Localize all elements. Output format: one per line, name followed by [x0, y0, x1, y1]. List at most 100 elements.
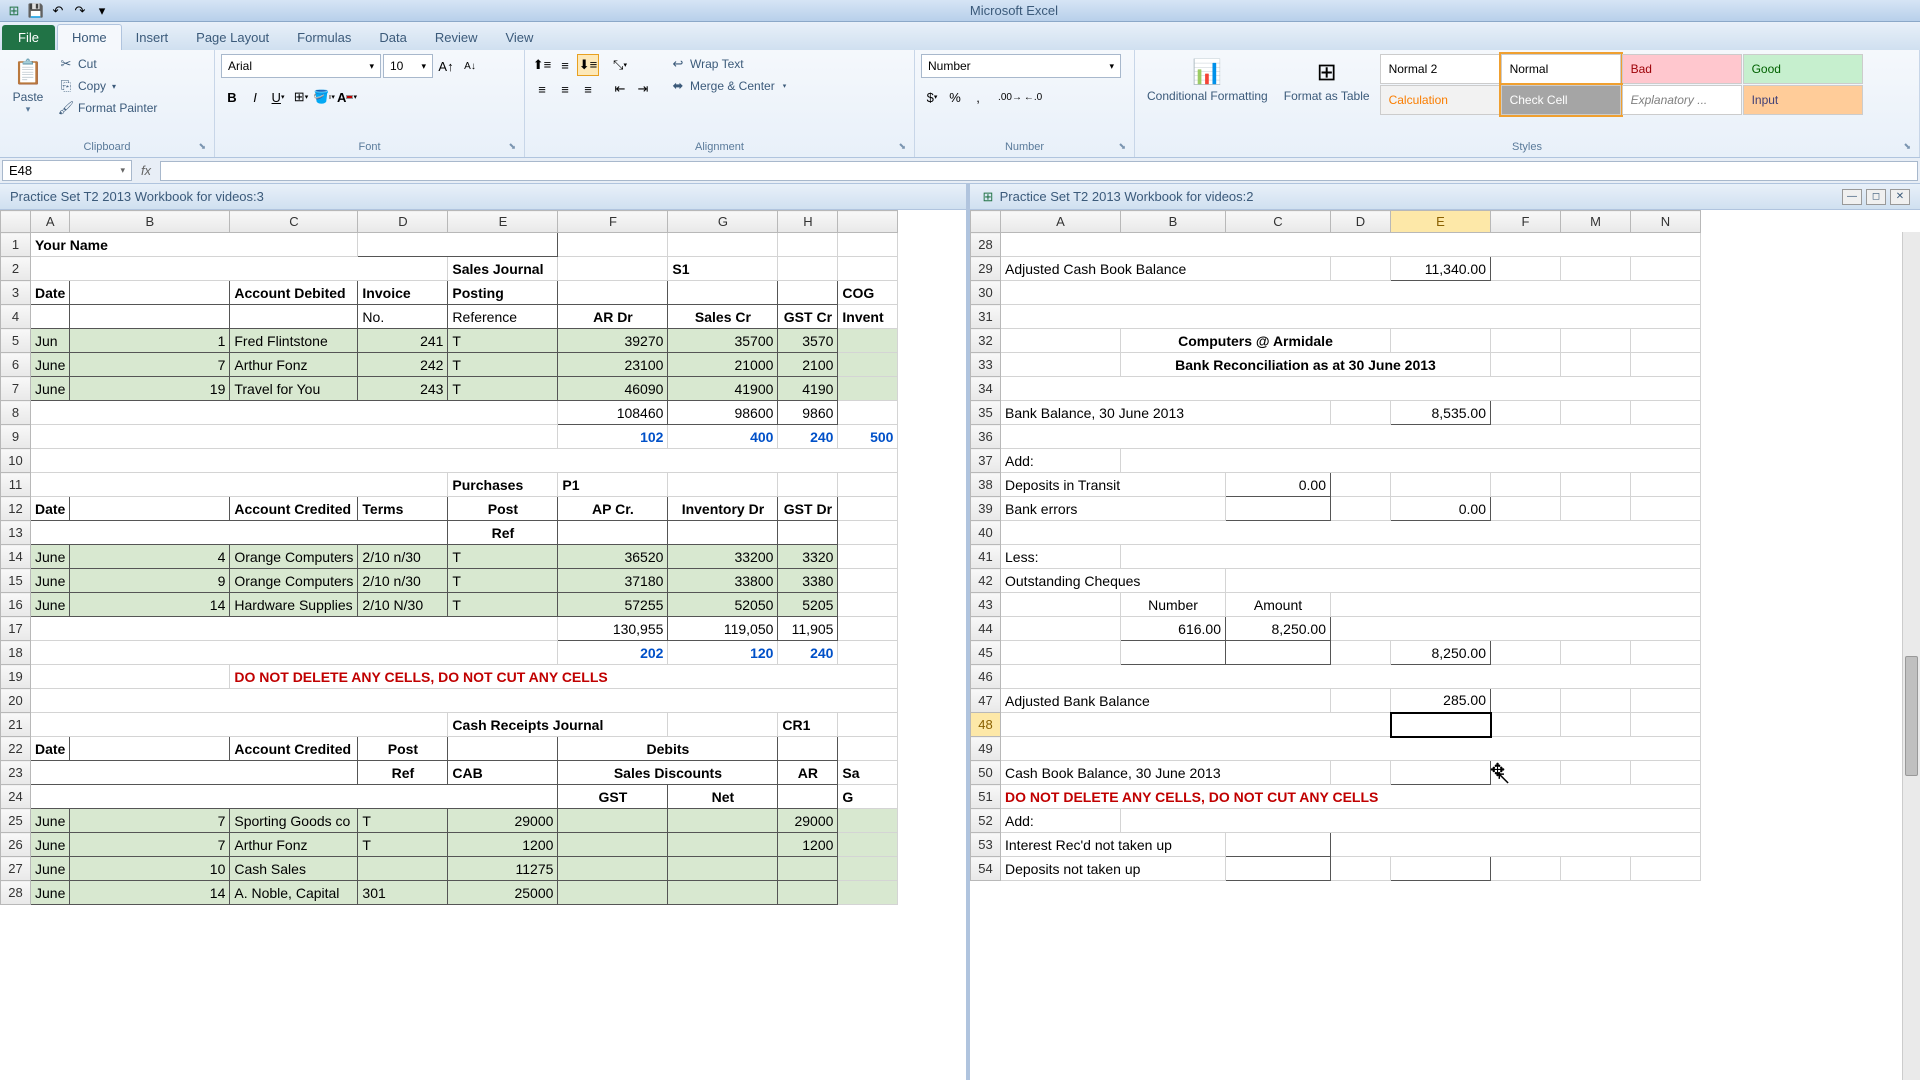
right-doc-title-bar: ⊞ Practice Set T2 2013 Workbook for vide…	[970, 184, 1920, 210]
cond-label: Conditional Formatting	[1147, 90, 1268, 103]
bold-button[interactable]: B	[221, 86, 243, 108]
fill-color-button[interactable]: 🪣▾	[313, 86, 335, 108]
font-size-combo[interactable]: 10▾	[383, 54, 433, 78]
font-size-value: 10	[390, 59, 403, 73]
paste-label: Paste	[13, 90, 44, 104]
maximize-button[interactable]: ◻	[1866, 189, 1886, 205]
font-name-combo[interactable]: Arial▾	[221, 54, 381, 78]
dec-indent-icon: ⇤	[615, 81, 626, 97]
font-group-label: Font	[221, 139, 518, 153]
formula-bar[interactable]	[160, 161, 1918, 181]
right-grid[interactable]: ABCDEFMN2829Adjusted Cash Book Balance11…	[970, 210, 1920, 1080]
font-color-icon: A	[337, 90, 346, 105]
title-bar: ⊞ 💾 ↶ ↷ ▾ Microsoft Excel	[0, 0, 1920, 22]
tab-page-layout[interactable]: Page Layout	[182, 25, 283, 50]
style-input[interactable]: Input	[1743, 85, 1863, 115]
currency-button[interactable]: $▾	[921, 86, 943, 108]
align-right-button[interactable]: ≡	[577, 78, 599, 100]
cut-label: Cut	[78, 57, 97, 71]
dollar-icon: $	[927, 90, 934, 105]
right-scrollbar[interactable]	[1902, 232, 1920, 1080]
merge-icon: ⬌	[670, 78, 686, 94]
grow-font-button[interactable]: A↑	[435, 55, 457, 77]
tab-insert[interactable]: Insert	[122, 25, 183, 50]
align-bottom-icon: ⬇≡	[579, 57, 597, 73]
number-format-combo[interactable]: Number▾	[921, 54, 1121, 78]
close-button[interactable]: ✕	[1890, 189, 1910, 205]
inc-decimal-button[interactable]: .00→	[999, 86, 1021, 108]
dec-dec-icon: ←.0	[1024, 92, 1042, 103]
font-name-value: Arial	[228, 59, 252, 73]
percent-icon: %	[949, 90, 961, 105]
comma-button[interactable]: ,	[967, 86, 989, 108]
dec-decimal-button[interactable]: ←.0	[1022, 86, 1044, 108]
font-color-button[interactable]: A▾	[336, 86, 358, 108]
style-check-cell[interactable]: Check Cell	[1501, 85, 1621, 115]
style-calculation[interactable]: Calculation	[1380, 85, 1500, 115]
group-number: Number▾ $▾ % , .00→ ←.0 Number	[915, 50, 1135, 157]
scroll-thumb[interactable]	[1905, 656, 1918, 776]
tab-home[interactable]: Home	[57, 24, 122, 50]
align-top-button[interactable]: ⬆≡	[531, 54, 553, 76]
align-middle-button[interactable]: ≡	[554, 54, 576, 76]
wrap-text-button[interactable]: ↩Wrap Text	[666, 54, 790, 74]
cell-styles-gallery[interactable]: Normal 2NormalBadGood CalculationCheck Ce…	[1380, 54, 1863, 115]
group-clipboard: 📋 Paste ▾ ✂Cut ⎘Copy▾ 🖌Format Painter Cl…	[0, 50, 215, 157]
inc-indent-button[interactable]: ⇥	[632, 78, 654, 100]
italic-icon: I	[253, 90, 257, 105]
tab-view[interactable]: View	[491, 25, 547, 50]
style-bad[interactable]: Bad	[1622, 54, 1742, 84]
tab-review[interactable]: Review	[421, 25, 492, 50]
conditional-formatting-button[interactable]: 📊 Conditional Formatting	[1141, 54, 1274, 105]
underline-button[interactable]: U▾	[267, 86, 289, 108]
copy-icon: ⎘	[58, 78, 74, 94]
align-left-button[interactable]: ≡	[531, 78, 553, 100]
style-normal-2[interactable]: Normal 2	[1380, 54, 1500, 84]
paste-button[interactable]: 📋 Paste ▾	[6, 54, 50, 117]
save-icon[interactable]: 💾	[26, 2, 46, 20]
left-grid[interactable]: ABCDEFGH1Your Name2Sales JournalS13DateA…	[0, 210, 966, 1080]
cut-icon: ✂	[58, 56, 74, 72]
tab-formulas[interactable]: Formulas	[283, 25, 365, 50]
brush-icon: 🖌	[58, 100, 74, 116]
merge-center-button[interactable]: ⬌Merge & Center▾	[666, 76, 790, 96]
style-good[interactable]: Good	[1743, 54, 1863, 84]
style-normal[interactable]: Normal	[1501, 54, 1621, 84]
underline-icon: U	[272, 90, 281, 105]
orientation-button[interactable]: ⤡▾	[609, 54, 631, 76]
shrink-font-icon: A↓	[464, 61, 476, 72]
styles-group-label: Styles	[1141, 139, 1913, 153]
inc-indent-icon: ⇥	[638, 81, 649, 97]
app-title: Microsoft Excel	[112, 3, 1916, 18]
percent-button[interactable]: %	[944, 86, 966, 108]
name-box[interactable]: E48▾	[2, 160, 132, 181]
tab-file[interactable]: File	[2, 25, 55, 50]
style-explanatory-[interactable]: Explanatory ...	[1622, 85, 1742, 115]
left-doc-title: Practice Set T2 2013 Workbook for videos…	[0, 184, 966, 210]
dec-indent-button[interactable]: ⇤	[609, 78, 631, 100]
minimize-button[interactable]: —	[1842, 189, 1862, 205]
right-doc-title: Practice Set T2 2013 Workbook for videos…	[1000, 189, 1254, 204]
align-middle-icon: ≡	[561, 58, 569, 73]
wrap-icon: ↩	[670, 56, 686, 72]
fx-icon[interactable]: fx	[134, 161, 158, 181]
align-center-button[interactable]: ≡	[554, 78, 576, 100]
tab-data[interactable]: Data	[365, 25, 420, 50]
formula-bar-row: E48▾ fx	[0, 158, 1920, 184]
cut-button[interactable]: ✂ Cut	[54, 54, 161, 74]
undo-icon[interactable]: ↶	[48, 2, 68, 20]
shrink-font-button[interactable]: A↓	[459, 55, 481, 77]
table-label: Format as Table	[1284, 90, 1370, 103]
format-table-button[interactable]: ⊞ Format as Table	[1278, 54, 1376, 105]
align-right-icon: ≡	[584, 82, 592, 97]
align-bottom-button[interactable]: ⬇≡	[577, 54, 599, 76]
italic-button[interactable]: I	[244, 86, 266, 108]
redo-icon[interactable]: ↷	[70, 2, 90, 20]
border-button[interactable]: ⊞▾	[290, 86, 312, 108]
qat-customize-icon[interactable]: ▾	[92, 2, 112, 20]
align-top-icon: ⬆≡	[533, 57, 551, 73]
cond-format-icon: 📊	[1191, 56, 1223, 88]
copy-button[interactable]: ⎘Copy▾	[54, 76, 161, 96]
format-painter-button[interactable]: 🖌Format Painter	[54, 98, 161, 118]
excel-icon[interactable]: ⊞	[4, 2, 24, 20]
